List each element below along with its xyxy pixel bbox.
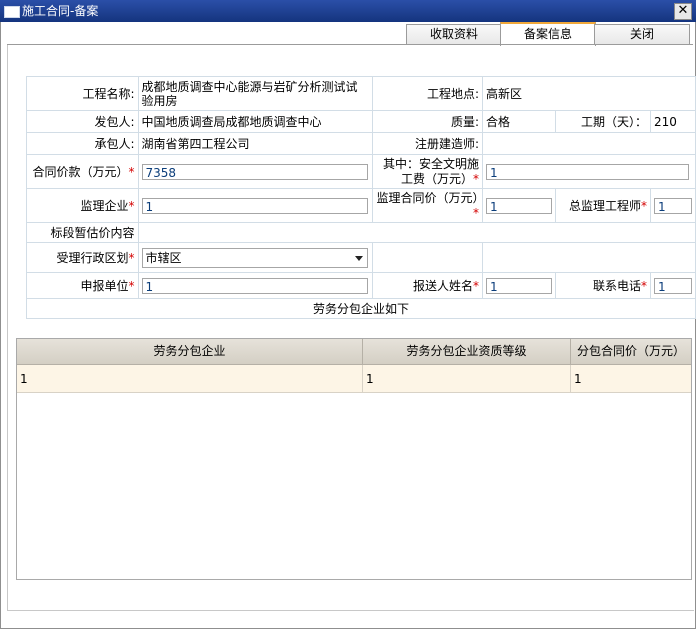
district-value: 市辖区	[145, 250, 182, 265]
sender-name-label: 报送人姓名	[412, 279, 473, 293]
supervision-price-label: 监理合同价（万元）	[376, 190, 485, 205]
required-mark: *	[128, 199, 135, 213]
safety-fee-input[interactable]: 1	[486, 163, 689, 180]
price-input[interactable]: 7358	[141, 163, 368, 180]
client-value: 中国地质调查局成都地质调查中心	[137, 110, 374, 133]
supervisor-input[interactable]: 1	[141, 197, 368, 214]
grid-header-company[interactable]: 劳务分包企业	[17, 339, 363, 365]
project-name-value: 成都地质调查中心能源与岩矿分析测试试验用房	[137, 76, 374, 111]
location-label: 工程地点:	[372, 76, 483, 111]
required-mark: *	[473, 171, 479, 186]
provisional-label: 标段暂估价内容	[26, 222, 139, 243]
supervision-price-input[interactable]: 1	[486, 197, 552, 214]
architect-label: 注册建造师:	[372, 132, 483, 155]
client-label: 发包人:	[26, 110, 139, 133]
dropdown-arrow-icon	[354, 255, 363, 261]
phone-input[interactable]: 1	[653, 277, 692, 294]
required-mark: *	[473, 279, 479, 293]
chief-engineer-label: 总监理工程师	[568, 199, 641, 213]
grid-cell-company[interactable]: 1	[17, 365, 363, 393]
required-mark: *	[473, 205, 479, 220]
supervisor-label: 监理企业	[80, 199, 129, 213]
grid-header-qualification[interactable]: 劳务分包企业资质等级	[363, 339, 571, 365]
window-icon	[4, 6, 20, 18]
filing-form: 工程名称: 成都地质调查中心能源与岩矿分析测试试验用房 工程地点: 高新区 发包…	[26, 76, 696, 319]
duration-value: 210	[649, 110, 696, 133]
provisional-value	[137, 222, 696, 243]
safety-fee-label: 其中：安全文明施工费（万元）	[382, 156, 479, 186]
title-bar: 施工合同-备案 ✕	[0, 0, 696, 22]
grid-cell-qualification[interactable]: 1	[363, 365, 571, 393]
grid-header-price[interactable]: 分包合同价（万元）	[571, 339, 691, 365]
contractor-value: 湖南省第四工程公司	[137, 132, 374, 155]
required-mark: *	[640, 279, 647, 293]
district-label: 受理行政区划	[56, 251, 129, 265]
quality-label: 质量:	[372, 110, 483, 133]
architect-value	[482, 132, 696, 155]
district-select[interactable]: 市辖区	[141, 247, 368, 268]
required-mark: *	[128, 279, 135, 293]
applicant-input[interactable]: 1	[141, 277, 368, 294]
required-mark: *	[128, 251, 135, 265]
tab-close[interactable]: 关闭	[594, 24, 690, 44]
price-label: 合同价款（万元）	[32, 165, 129, 179]
duration-label: 工期（天）：	[555, 110, 651, 133]
required-mark: *	[640, 199, 647, 213]
chief-engineer-input[interactable]: 1	[653, 197, 692, 214]
window-title: 施工合同-备案	[22, 4, 99, 18]
subcontract-caption: 劳务分包企业如下	[26, 298, 696, 319]
close-button[interactable]: ✕	[674, 3, 692, 20]
tab-filing-info[interactable]: 备案信息	[500, 22, 596, 46]
location-value: 高新区	[482, 76, 696, 111]
sender-name-input[interactable]: 1	[486, 277, 552, 294]
tab-collect-materials[interactable]: 收取资料	[406, 24, 502, 44]
phone-label: 联系电话	[592, 279, 641, 293]
applicant-label: 申报单位	[80, 279, 129, 293]
contractor-label: 承包人:	[26, 132, 139, 155]
quality-value: 合格	[482, 110, 556, 133]
project-name-label: 工程名称:	[26, 76, 139, 111]
subcontract-grid: 劳务分包企业 劳务分包企业资质等级 分包合同价（万元） 1 1 1	[16, 338, 692, 580]
grid-cell-price[interactable]: 1	[571, 365, 691, 393]
required-mark: *	[128, 165, 135, 179]
